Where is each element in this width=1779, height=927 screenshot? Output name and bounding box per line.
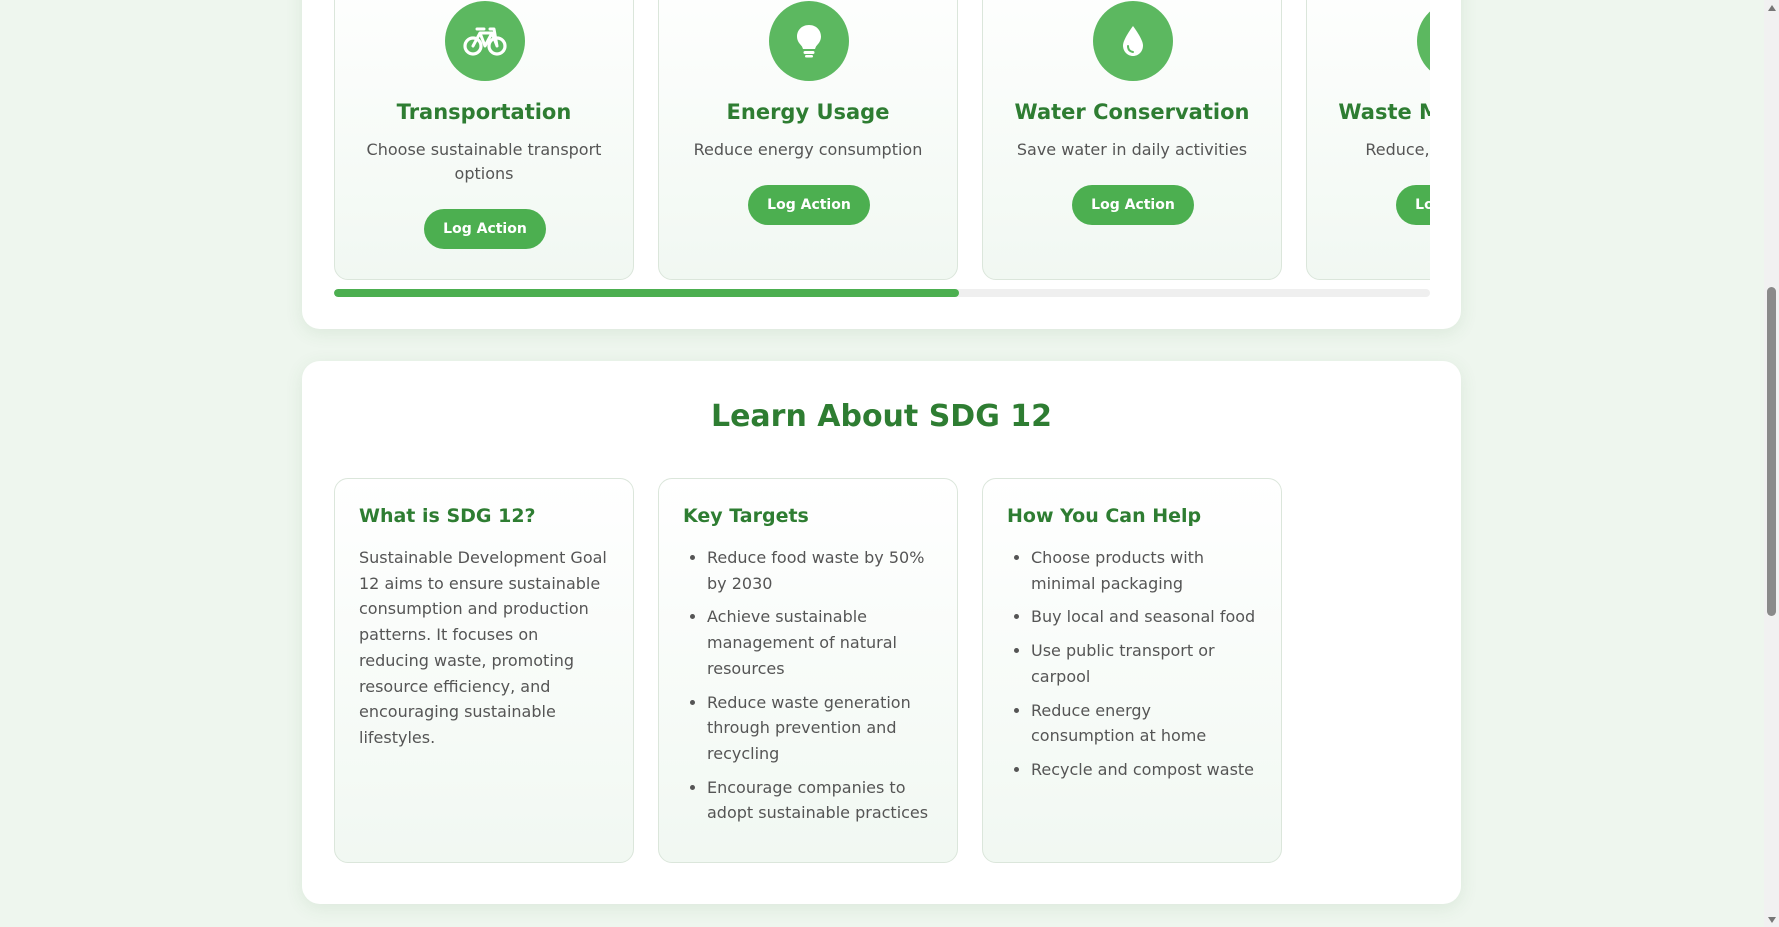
page-viewport: Transportation Choose sustainable transp… [0, 0, 1764, 927]
help-list: Choose products with minimal packaging B… [1007, 545, 1257, 783]
list-item: Recycle and compost waste [1031, 757, 1257, 783]
learn-section-title: Learn About SDG 12 [710, 399, 1053, 434]
action-card-water: Water Conservation Save water in daily a… [982, 0, 1282, 280]
action-description: Save water in daily activities [1016, 140, 1248, 159]
list-item: Reduce waste generation through preventi… [707, 690, 933, 767]
bicycle-icon [445, 1, 525, 81]
action-title: Transportation [396, 100, 572, 124]
list-item: Encourage companies to adopt sustainable… [707, 775, 933, 826]
action-description: Reduce, reuse, recycle [1365, 140, 1430, 159]
action-title: Energy Usage [726, 100, 890, 124]
carousel-progress-track[interactable] [334, 289, 1430, 297]
log-action-button[interactable]: Log Action [1396, 185, 1430, 225]
list-item: Reduce food waste by 50% by 2030 [707, 545, 933, 596]
list-item: Choose products with minimal packaging [1031, 545, 1257, 596]
list-item: Buy local and seasonal food [1031, 604, 1257, 630]
action-title: Waste Management [1338, 100, 1430, 124]
lightbulb-icon [769, 1, 849, 81]
info-card-text: Sustainable Development Goal 12 aims to … [359, 548, 607, 747]
action-description: Choose sustainable transport options [366, 140, 602, 183]
actions-carousel[interactable]: Transportation Choose sustainable transp… [334, 0, 1430, 282]
scroll-up-arrow-icon[interactable] [1764, 0, 1779, 15]
water-drop-icon [1093, 1, 1173, 81]
log-action-button[interactable]: Log Action [1072, 185, 1194, 225]
log-action-button[interactable]: Log Action [748, 185, 870, 225]
log-action-button[interactable]: Log Action [424, 209, 546, 249]
info-card-what-is-sdg12: What is SDG 12? Sustainable Development … [334, 478, 634, 863]
info-card-title: What is SDG 12? [359, 505, 536, 527]
info-card-how-you-can-help: How You Can Help Choose products with mi… [982, 478, 1282, 863]
action-description: Reduce energy consumption [693, 140, 923, 159]
carousel-progress-fill [334, 289, 959, 297]
scroll-down-arrow-icon[interactable] [1764, 912, 1779, 927]
action-card-waste: Waste Management Reduce, reuse, recycle … [1306, 0, 1430, 280]
key-targets-list: Reduce food waste by 50% by 2030 Achieve… [683, 545, 933, 826]
action-title: Water Conservation [1014, 100, 1250, 124]
actions-panel: Transportation Choose sustainable transp… [302, 0, 1461, 329]
recycle-icon [1417, 1, 1430, 81]
scrollbar-thumb[interactable] [1767, 287, 1776, 616]
action-card-energy: Energy Usage Reduce energy consumption L… [658, 0, 958, 280]
learn-panel: Learn About SDG 12 What is SDG 12? Susta… [302, 361, 1461, 904]
info-card-title: Key Targets [683, 505, 809, 527]
list-item: Reduce energy consumption at home [1031, 698, 1257, 749]
info-card-key-targets: Key Targets Reduce food waste by 50% by … [658, 478, 958, 863]
action-card-transportation: Transportation Choose sustainable transp… [334, 0, 634, 280]
list-item: Use public transport or carpool [1031, 638, 1257, 689]
page-scrollbar[interactable] [1764, 0, 1779, 927]
info-card-title: How You Can Help [1007, 505, 1202, 527]
list-item: Achieve sustainable management of natura… [707, 604, 933, 681]
